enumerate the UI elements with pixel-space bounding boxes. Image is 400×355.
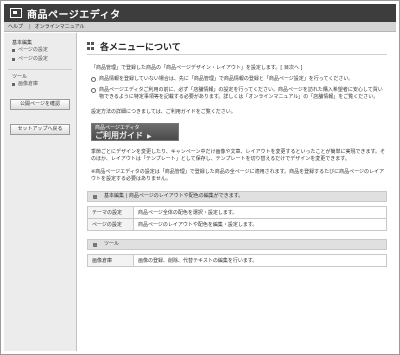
basic-edit-section: 基本編集 | 商品ページのレイアウトや配色の編集ができます。 テーマの設定 商品… (87, 191, 387, 231)
title-bar: 商品ページエディタ (4, 4, 396, 22)
online-manual-link[interactable]: オンラインマニュアル (35, 23, 85, 30)
table-cell-value: 商品ページのレイアウトや配色を編集・設定します。 (133, 218, 387, 231)
help-link[interactable]: ヘルプ (8, 23, 23, 30)
note-item: 商品ページエディタご利用の前に、必ず「店舗情報」の設定を行ってください。商品ペー… (87, 87, 387, 101)
tools-section: ツール 画像倉庫 画像の登録、削除、代替テキストの編集を行います。 (87, 239, 387, 267)
sidebar-item-label: ページの設定 (18, 47, 48, 53)
sidebar-divider (8, 69, 72, 70)
sidebar: 基本編集 ページの設定 ページの設定 ツール 画像倉庫 公開ページを確認 セット… (4, 33, 77, 351)
note-text: 商品情報を登録していない場合は、先に「商品管理」で商品情報の登録と「商品ページ設… (99, 76, 354, 82)
table-row: ページの設定 商品ページのレイアウトや配色を編集・設定します。 (87, 218, 387, 231)
table-row: 画像倉庫 画像の登録、削除、代替テキストの編集を行います。 (87, 254, 387, 267)
bullet-icon (12, 83, 15, 86)
guide-button-label: ご利用ガイド (95, 131, 175, 142)
sidebar-item-label: 画像倉庫 (18, 81, 39, 87)
table-cell-key: 画像倉庫 (87, 254, 134, 267)
table-cell-value: 画像の登録、削除、代替テキストの編集を行います。 (133, 254, 387, 267)
user-guide-button[interactable]: 商品ページエディタ ご利用ガイド (91, 123, 179, 141)
body-text: 季節ごとにデザインを変更したり、キャンペーン中だけ画像や文章、レイアウトを変更す… (91, 149, 386, 162)
basic-edit-table: テーマの設定 商品ページ全体の配色を選択・設定します。 ページの設定 商品ページ… (87, 206, 387, 231)
info-icon (91, 88, 96, 93)
tools-table: 画像倉庫 画像の登録、削除、代替テキストの編集を行います。 (87, 254, 387, 267)
help-link-bar: ヘルプ | オンラインマニュアル (4, 22, 396, 32)
page-title: 各メニューについて (100, 42, 181, 53)
app-window: 商品ページエディタ ヘルプ | オンラインマニュアル 基本編集 ページの設定 ペ… (0, 0, 400, 355)
sidebar-item-label: ページの設定 (18, 56, 48, 62)
sidebar-section-basic-edit: 基本編集 (12, 40, 33, 46)
sidebar-item-page-settings[interactable]: ページの設定 (4, 46, 76, 55)
window-title: 商品ページエディタ (27, 9, 121, 21)
note-item: 商品情報を登録していない場合は、先に「商品管理」で商品情報の登録と「商品ページ設… (87, 76, 387, 83)
section-heading: 基本編集 | 商品ページのレイアウトや配色の編集ができます。 (87, 191, 387, 202)
link-separator: | (29, 23, 31, 30)
section-heading: ツール (87, 239, 387, 250)
intro-text: 「商品管理」で登録した商品の「商品ページデザイン・レイアウト」を設定します。[ … (91, 65, 303, 71)
table-cell-value: 商品ページ全体の配色を選択・設定します。 (133, 206, 387, 219)
grid-icon (87, 42, 95, 50)
main-content: 各メニューについて 「商品管理」で登録した商品の「商品ページデザイン・レイアウト… (87, 41, 387, 341)
back-to-setup-button[interactable]: セットアップへ戻る (10, 124, 70, 135)
table-row: テーマの設定 商品ページ全体の配色を選択・設定します。 (87, 206, 387, 219)
check-public-page-button[interactable]: 公開ページを確認 (10, 99, 70, 110)
sidebar-section-tools: ツール (12, 74, 28, 80)
bullet-icon (12, 58, 15, 61)
sidebar-item-image-storage[interactable]: 画像倉庫 (4, 80, 76, 89)
guide-text: 設定方法の詳細につきましては、ご利用ガイドをご覧ください。 (91, 109, 236, 115)
table-cell-key: ページの設定 (87, 218, 134, 231)
bullet-icon (12, 49, 15, 52)
info-icon (91, 77, 96, 82)
table-cell-key: テーマの設定 (87, 206, 134, 219)
page-header: 各メニューについて (87, 41, 387, 55)
sidebar-item-page-settings-2[interactable]: ページの設定 (4, 55, 76, 64)
body-note-text: ※商品ページエディタの設定は「商品管理」で登録した商品の全ページに適用されます。… (91, 169, 385, 182)
app-window-icon (10, 8, 22, 18)
note-text: 商品ページエディタご利用の前に、必ず「店舗情報」の設定を行ってください。商品ペー… (99, 87, 383, 100)
